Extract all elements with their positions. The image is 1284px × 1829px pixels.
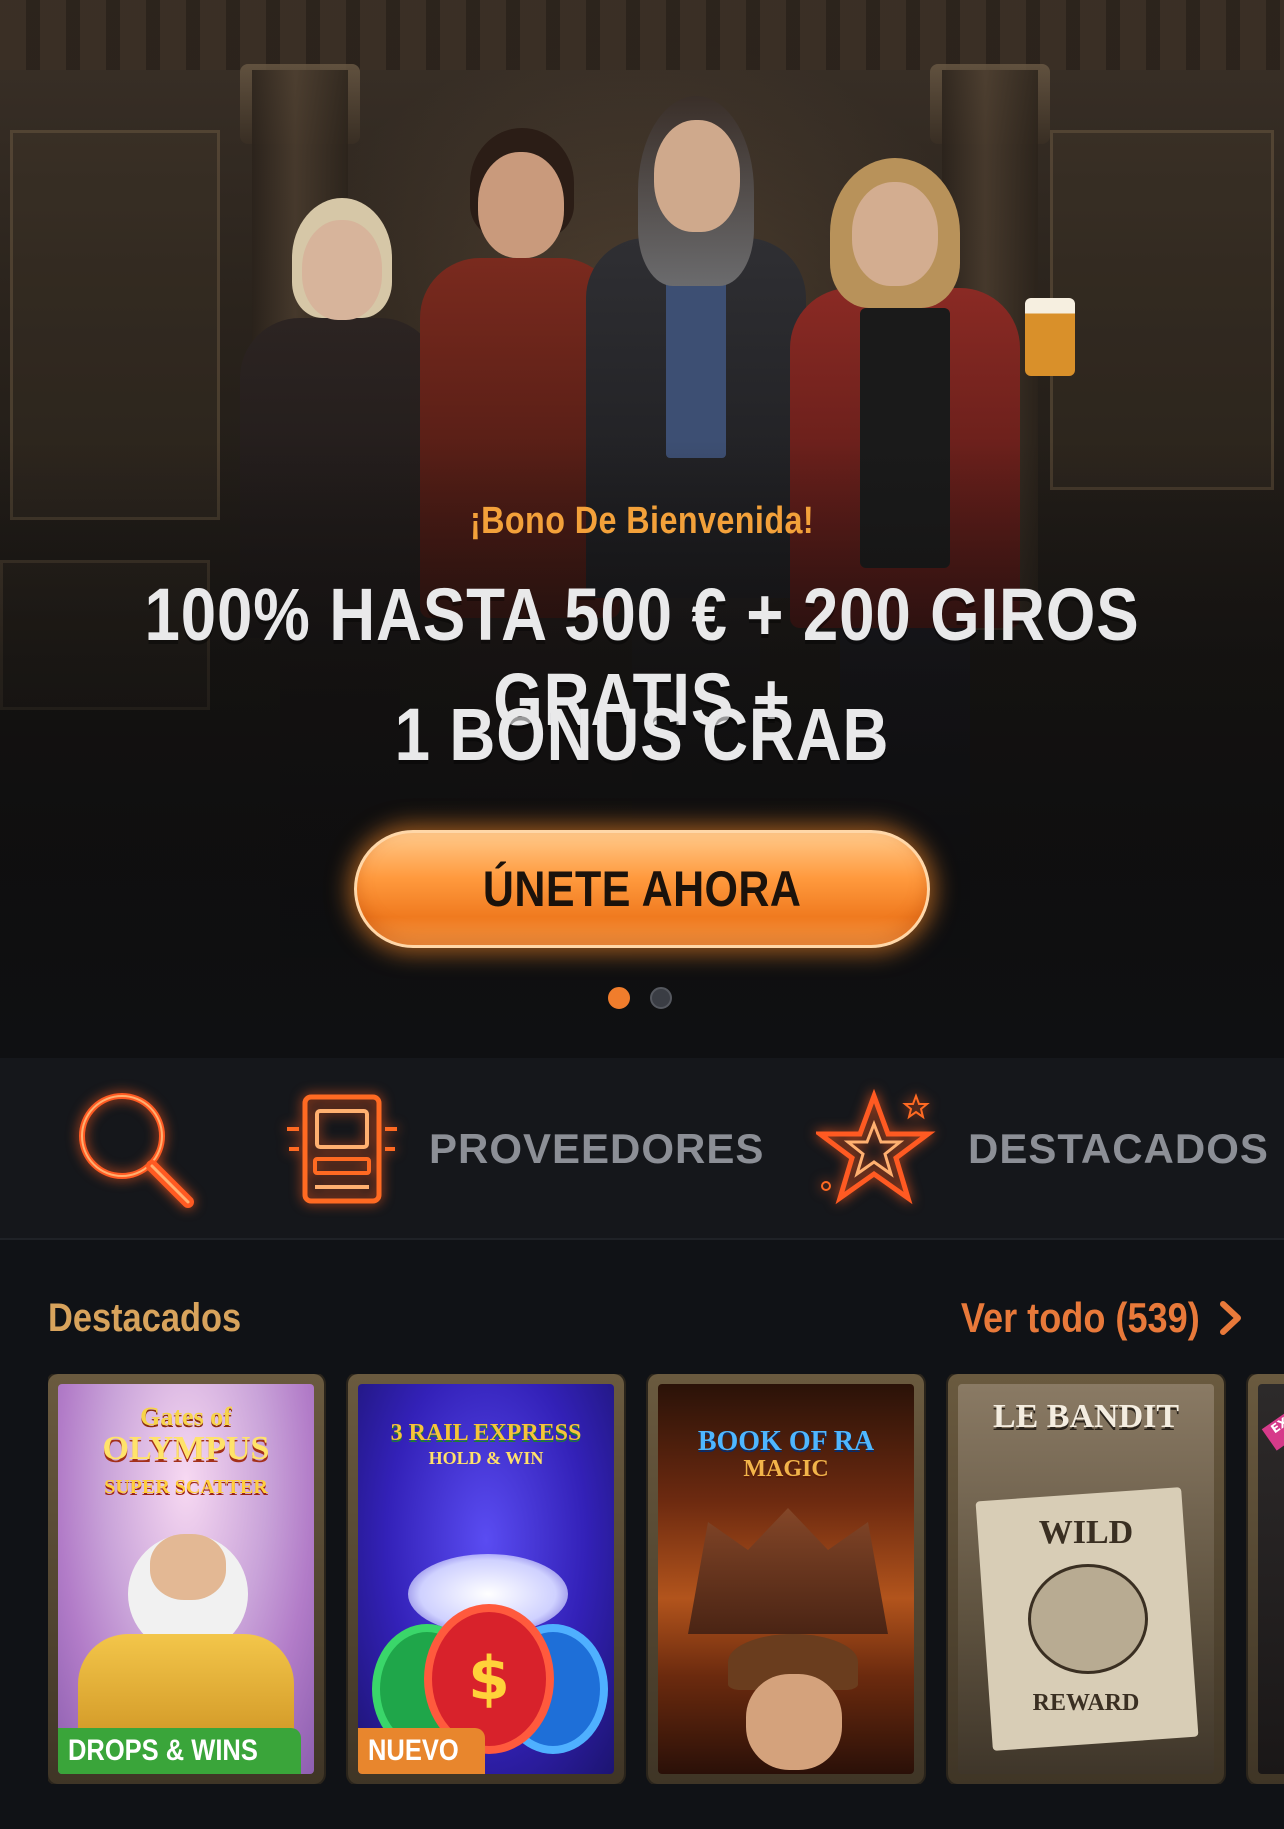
see-all-label: Ver todo (539)	[961, 1294, 1200, 1341]
game-card[interactable]: Gates of OLYMPUS SUPER SCATTER DROPS & W…	[48, 1374, 324, 1784]
game-thumbnail: EXCL	[1258, 1384, 1284, 1774]
game-art-text: 3 RAIL EXPRESS	[390, 1420, 582, 1446]
game-card[interactable]: BOOK OF RA MAGIC	[648, 1374, 924, 1784]
search-button[interactable]	[70, 1058, 200, 1240]
join-now-label: ÚNETE AHORA	[482, 861, 802, 917]
chevron-right-icon	[1220, 1301, 1241, 1335]
hero-subtitle: ¡Bono De Bienvenida!	[469, 500, 815, 542]
featured-label: DESTACADOS	[968, 1125, 1269, 1172]
wall-panel	[1050, 130, 1274, 490]
game-badge: NUEVO	[358, 1728, 485, 1774]
join-now-button[interactable]: ÚNETE AHORA	[354, 830, 930, 948]
game-thumbnail: Gates of OLYMPUS SUPER SCATTER DROPS & W…	[58, 1384, 314, 1774]
game-art-text: MAGIC	[743, 1456, 829, 1482]
game-thumbnail: LE BANDIT WILD REWARD	[958, 1384, 1214, 1774]
hero-banner: ¡Bono De Bienvenida! 100% HASTA 500 € + …	[0, 0, 1284, 1058]
game-card[interactable]: 3 RAIL EXPRESS HOLD & WIN $ NUEVO	[348, 1374, 624, 1784]
see-all-link[interactable]: Ver todo (539)	[922, 1294, 1244, 1342]
carousel-pagination	[608, 987, 672, 1009]
arcade-machine-icon	[287, 1094, 397, 1204]
game-card[interactable]: EXCL	[1248, 1374, 1284, 1784]
ceiling-cornice	[0, 0, 1284, 70]
providers-label: PROVEEDORES	[429, 1125, 765, 1172]
game-art-text: Gates of	[140, 1402, 232, 1431]
zeus-face	[150, 1534, 226, 1600]
temple-ruins	[688, 1508, 888, 1634]
section-title: Destacados	[48, 1296, 242, 1340]
providers-button[interactable]: PROVEEDORES	[285, 1058, 764, 1240]
game-art-text: LE BANDIT	[992, 1398, 1180, 1435]
game-thumbnail: 3 RAIL EXPRESS HOLD & WIN $ NUEVO	[358, 1384, 614, 1774]
game-art-text: HOLD & WIN	[428, 1448, 544, 1468]
explorer-face	[746, 1674, 842, 1770]
carousel-dot-1[interactable]	[608, 987, 630, 1009]
game-thumbnail: BOOK OF RA MAGIC	[658, 1384, 914, 1774]
star-icon	[816, 1088, 936, 1205]
carousel-dot-2[interactable]	[650, 987, 672, 1009]
game-art-text: REWARD	[1032, 1690, 1140, 1716]
featured-button[interactable]: DESTACADOS	[816, 1058, 1269, 1240]
hero-title-line-2: 1 BONUS CRAB	[394, 693, 890, 776]
exclusive-ribbon: EXCL	[1261, 1384, 1284, 1451]
game-badge: DROPS & WINS	[58, 1728, 302, 1774]
game-art-text: OLYMPUS	[102, 1430, 270, 1467]
game-art-text: WILD	[1038, 1514, 1134, 1551]
game-art-text: SUPER SCATTER	[104, 1476, 268, 1498]
raccoon-face	[1028, 1564, 1148, 1674]
quick-nav-bar: PROVEEDORES DESTACADOS	[0, 1058, 1284, 1240]
search-icon	[79, 1093, 194, 1208]
featured-section: Destacados Ver todo (539) Gates of OLYMP…	[0, 1240, 1284, 1829]
game-card[interactable]: LE BANDIT WILD REWARD	[948, 1374, 1224, 1784]
games-carousel: Gates of OLYMPUS SUPER SCATTER DROPS & W…	[48, 1374, 1284, 1784]
game-art-text: BOOK OF RA	[697, 1426, 875, 1457]
beer-glass	[1025, 298, 1075, 376]
